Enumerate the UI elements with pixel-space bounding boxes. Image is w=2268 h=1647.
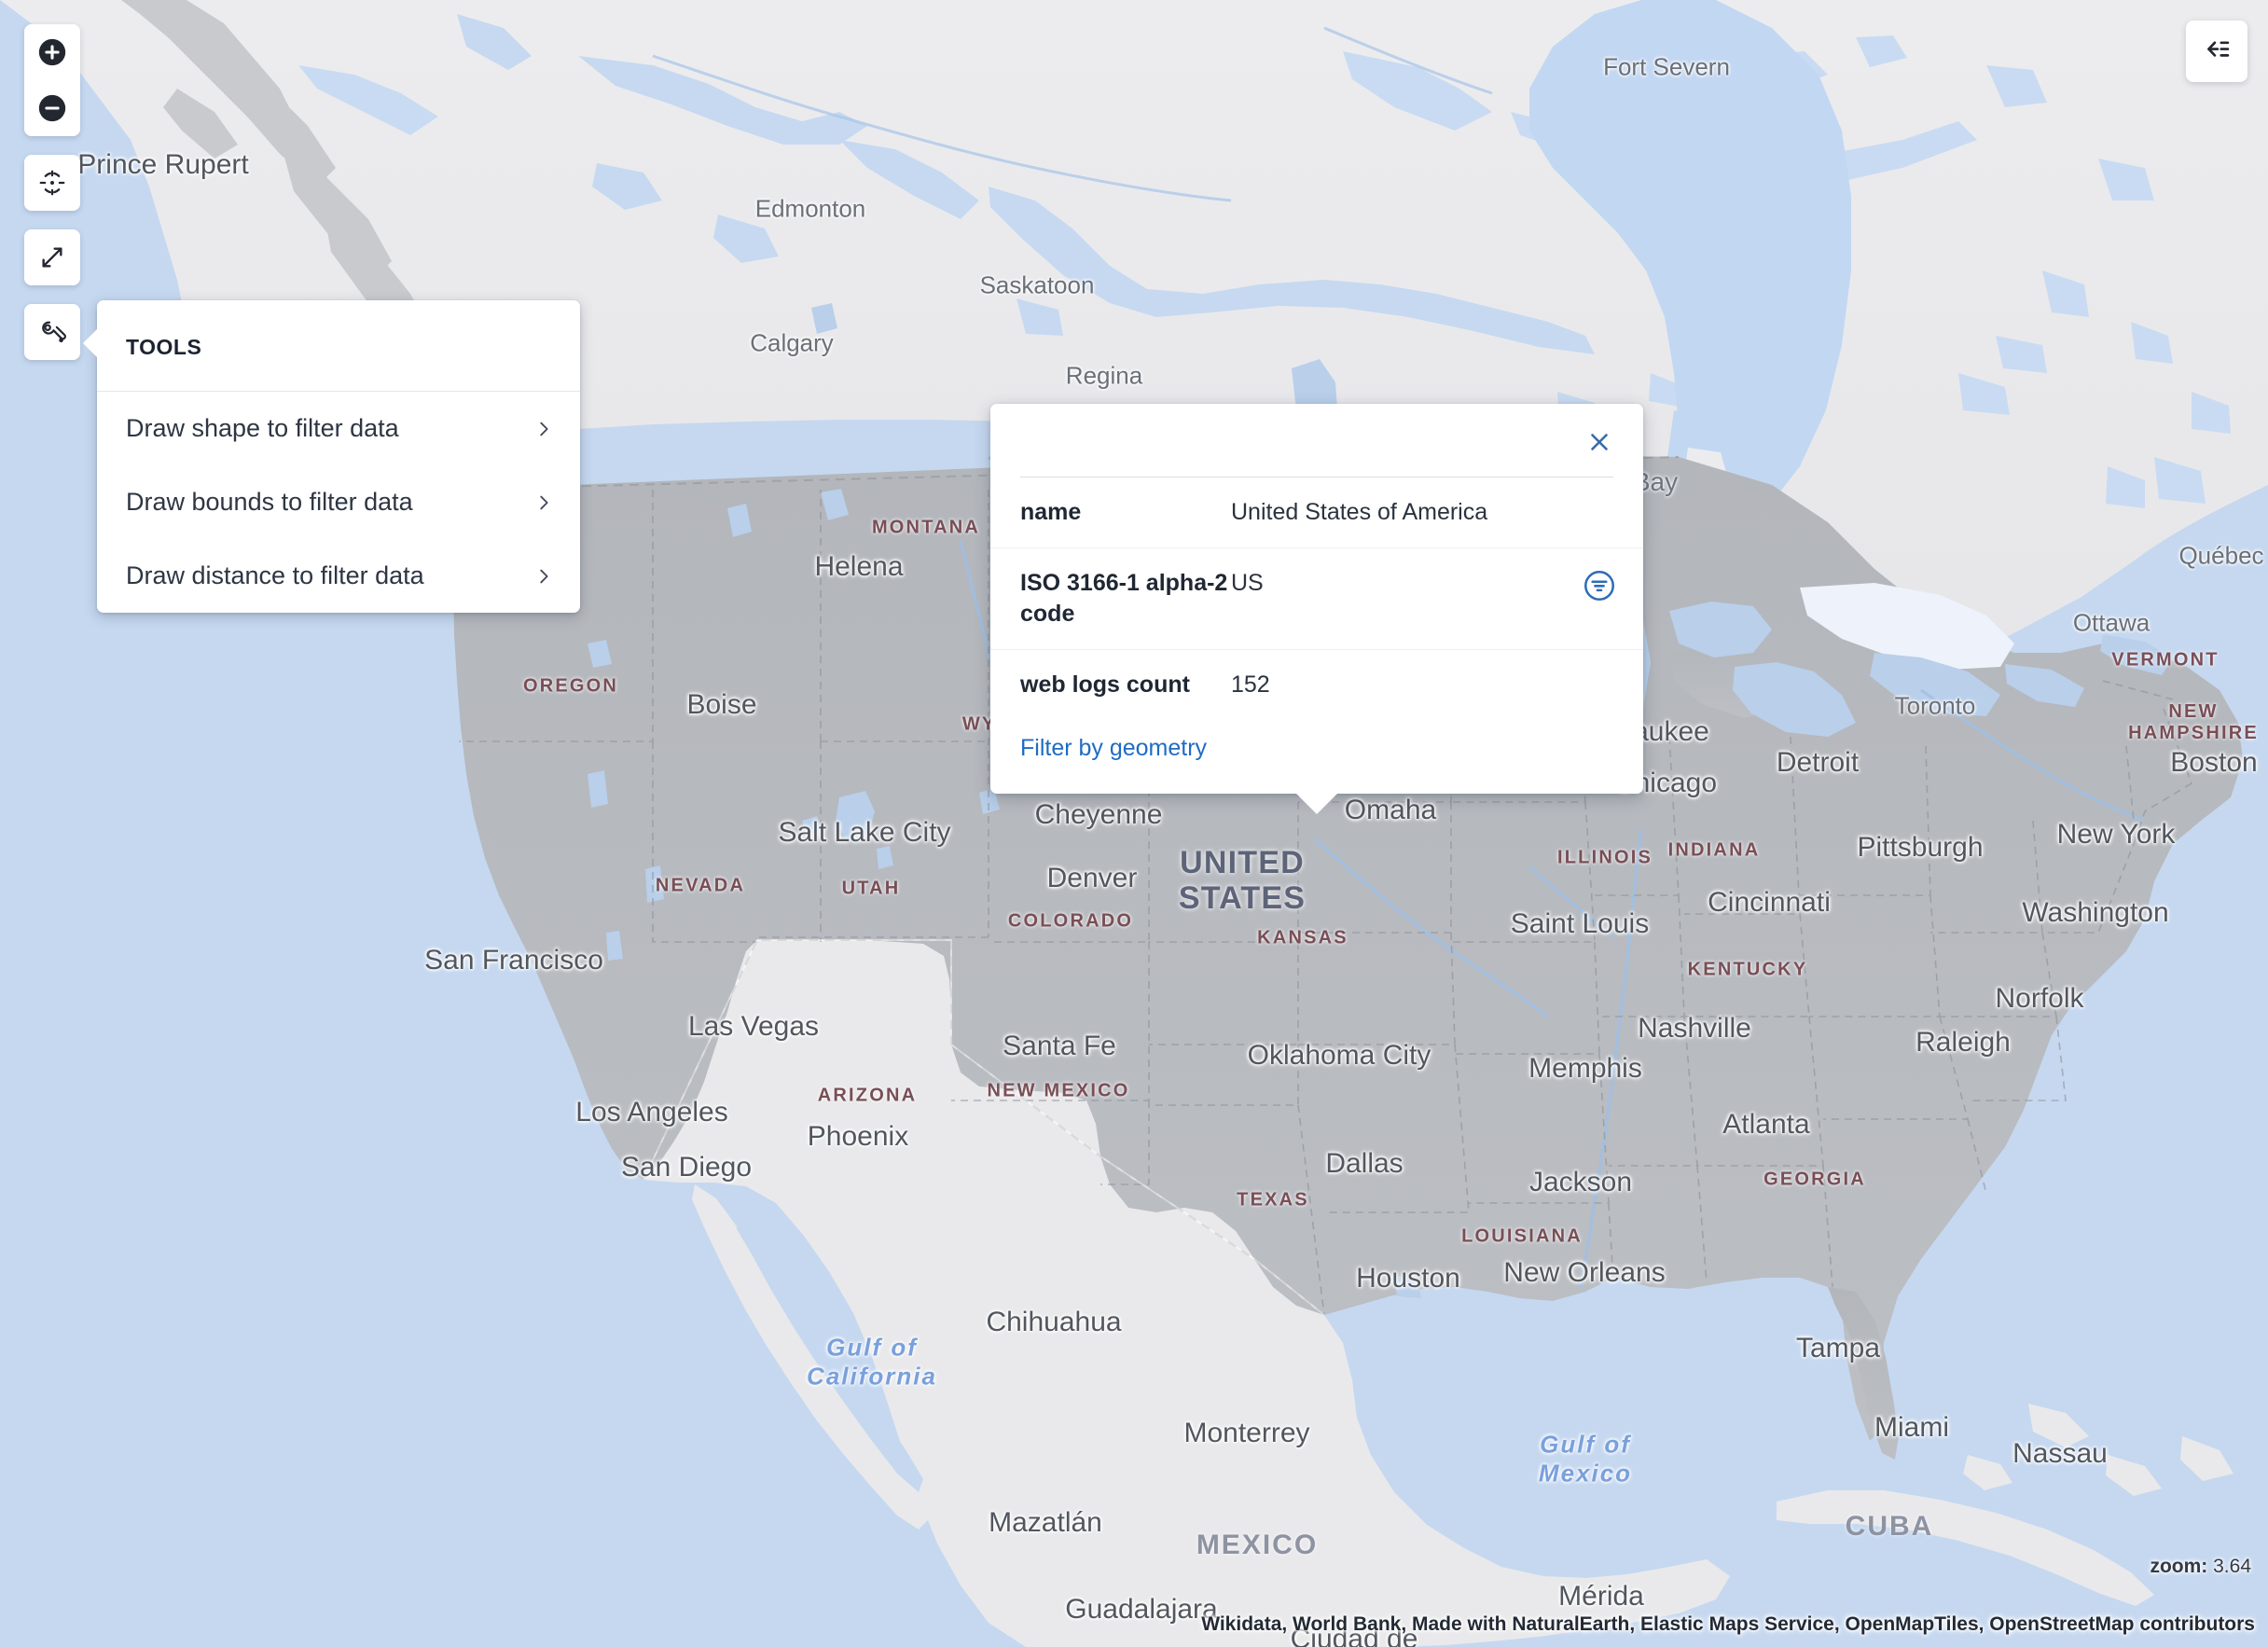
fit-to-data-button[interactable] <box>24 155 80 211</box>
plus-circle-icon <box>36 36 68 68</box>
property-key: web logs count <box>990 649 1231 720</box>
menu-collapse-left-icon <box>2201 35 2233 69</box>
minus-circle-icon <box>36 92 68 124</box>
feature-properties-table: name United States of America ISO 3166-1… <box>990 477 1643 720</box>
close-icon[interactable] <box>1582 424 1617 460</box>
feature-popup-footer: Filter by geometry <box>990 720 1643 794</box>
map-controls <box>24 24 80 379</box>
chevron-right-icon <box>533 492 554 513</box>
crosshair-icon <box>37 168 67 198</box>
fullscreen-control-group <box>24 229 80 285</box>
zoom-indicator-value: 3.64 <box>2213 1556 2251 1577</box>
zoom-in-button[interactable] <box>24 24 80 80</box>
filter-for-value-icon[interactable] <box>1582 568 1617 603</box>
property-action <box>1557 547 1643 650</box>
fit-control-group <box>24 155 80 211</box>
property-key: name <box>1020 499 1082 525</box>
property-value: 152 <box>1231 649 1557 720</box>
tools-control-group <box>24 304 80 360</box>
property-action <box>1557 649 1643 720</box>
tools-popover: TOOLS Draw shape to filter data Draw bou… <box>83 300 580 613</box>
tools-popover-title: TOOLS <box>97 300 580 392</box>
map-application: Prince Rupert Edmonton Calgary Saskatoon Reg… <box>0 0 2268 1647</box>
tools-button[interactable] <box>24 304 80 360</box>
zoom-indicator: zoom: 3.64 <box>2150 1556 2251 1578</box>
zoom-indicator-label: zoom: <box>2150 1556 2208 1577</box>
map-geometry <box>0 0 2268 1647</box>
feature-popup-header <box>990 404 1643 477</box>
property-value: United States of America <box>1231 499 1488 525</box>
tools-item-draw-distance[interactable]: Draw distance to filter data <box>97 539 580 613</box>
tools-item-label: Draw shape to filter data <box>126 414 399 442</box>
property-action <box>1557 477 1643 548</box>
expand-arrows-icon <box>37 242 67 272</box>
table-row: name United States of America <box>990 477 1643 548</box>
zoom-out-button[interactable] <box>24 80 80 136</box>
property-value: US <box>1231 547 1557 650</box>
map-canvas[interactable] <box>0 0 2268 1647</box>
chevron-right-icon <box>533 419 554 439</box>
tools-item-draw-bounds[interactable]: Draw bounds to filter data <box>97 465 580 539</box>
tools-item-draw-shape[interactable]: Draw shape to filter data <box>97 392 580 465</box>
fullscreen-button[interactable] <box>24 229 80 285</box>
zoom-control-group <box>24 24 80 136</box>
property-key: ISO 3166-1 alpha-2 code <box>990 547 1231 650</box>
filter-by-geometry-link[interactable]: Filter by geometry <box>1020 735 1207 761</box>
table-row: web logs count 152 <box>990 649 1643 720</box>
feature-popup: name United States of America ISO 3166-1… <box>990 404 1643 814</box>
wrench-icon <box>37 317 68 348</box>
map-attribution[interactable]: Wikidata, World Bank, Made with NaturalE… <box>1201 1613 2255 1636</box>
chevron-right-icon <box>533 566 554 587</box>
tools-item-label: Draw bounds to filter data <box>126 488 413 516</box>
collapse-panel-button[interactable] <box>2186 21 2247 82</box>
tools-item-label: Draw distance to filter data <box>126 561 424 589</box>
table-row: ISO 3166-1 alpha-2 code US <box>990 547 1643 650</box>
